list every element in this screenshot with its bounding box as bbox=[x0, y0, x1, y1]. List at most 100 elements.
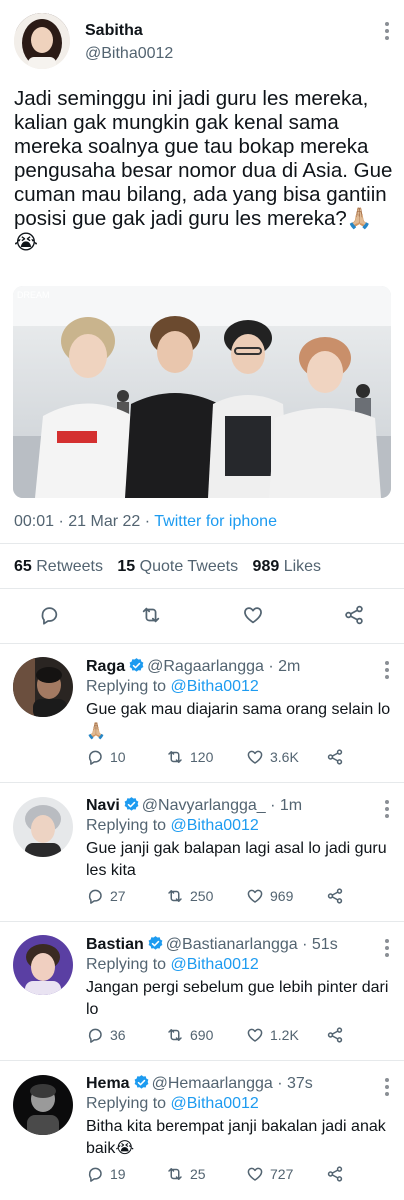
replying-to-line: Replying to @Bitha0012 bbox=[86, 817, 259, 834]
reply-header: Navi @Navyarlangga_ · 1m bbox=[86, 796, 302, 815]
like-button[interactable]: 727 bbox=[246, 1165, 293, 1183]
reply-age: 2m bbox=[278, 658, 301, 675]
like-icon bbox=[247, 889, 263, 903]
share-button[interactable] bbox=[326, 887, 344, 905]
share-icon bbox=[327, 888, 343, 904]
more-options-icon[interactable] bbox=[384, 939, 390, 957]
more-options-icon[interactable] bbox=[384, 661, 390, 679]
reply-author-handle[interactable]: @Navyarlangga_ bbox=[142, 797, 266, 814]
retweet-icon[interactable] bbox=[140, 604, 162, 631]
like-count: 1.2K bbox=[270, 1027, 299, 1043]
reply-author-name[interactable]: Hema bbox=[86, 1075, 130, 1092]
verified-badge-icon bbox=[148, 936, 163, 950]
retweet-button[interactable]: 690 bbox=[166, 1026, 213, 1044]
reply-text: Jangan pergi sebelum gue lebih pinter da… bbox=[86, 979, 389, 1018]
tweet-client-link[interactable]: Twitter for iphone bbox=[154, 513, 277, 530]
reply-count: 36 bbox=[110, 1027, 126, 1043]
reply-actions: 10 120 3.6K bbox=[86, 748, 356, 768]
reply-author-handle[interactable]: @Bastianarlangga bbox=[166, 936, 298, 953]
retweet-button[interactable]: 25 bbox=[166, 1165, 206, 1183]
share-button[interactable] bbox=[326, 1026, 344, 1044]
reply-age: 37s bbox=[287, 1075, 313, 1092]
reply-avatar[interactable] bbox=[13, 657, 73, 717]
replying-to-link[interactable]: @Bitha0012 bbox=[171, 817, 259, 834]
reply-count: 27 bbox=[110, 888, 126, 904]
reply-text: Gue gak mau diajarin sama orang selain l… bbox=[86, 701, 391, 740]
tweet-date: 21 Mar 22 bbox=[68, 513, 141, 530]
more-options-icon[interactable] bbox=[384, 1078, 390, 1096]
reply-author-name[interactable]: Navi bbox=[86, 797, 120, 814]
quotes-stat[interactable]: 15 Quote Tweets bbox=[117, 558, 238, 575]
more-options-icon[interactable] bbox=[384, 800, 390, 818]
like-button[interactable]: 3.6K bbox=[246, 748, 299, 766]
more-options-icon[interactable] bbox=[384, 22, 390, 40]
reply-avatar-image bbox=[13, 935, 73, 995]
retweet-icon bbox=[168, 890, 182, 902]
tweet-time: 00:01 bbox=[14, 513, 55, 530]
replying-to-link[interactable]: @Bitha0012 bbox=[171, 678, 259, 695]
tweet-photo-image: DREAM bbox=[13, 286, 391, 498]
reply-avatar[interactable] bbox=[13, 1075, 73, 1135]
share-button[interactable] bbox=[326, 748, 344, 766]
divider bbox=[0, 643, 404, 644]
share-icon bbox=[327, 749, 343, 765]
retweet-count: 25 bbox=[190, 1166, 206, 1182]
author-avatar-image bbox=[14, 13, 70, 69]
likes-stat[interactable]: 989 Likes bbox=[253, 558, 322, 575]
meta-separator: · bbox=[54, 513, 69, 530]
reply-avatar[interactable] bbox=[13, 935, 73, 995]
replying-to-link[interactable]: @Bitha0012 bbox=[171, 1095, 259, 1112]
reply-header: Bastian @Bastianarlangga · 51s bbox=[86, 935, 338, 954]
reply-icon bbox=[88, 1028, 102, 1043]
reply-count: 10 bbox=[110, 749, 126, 765]
like-icon[interactable] bbox=[242, 604, 264, 631]
separator: · bbox=[263, 658, 279, 675]
share-icon[interactable] bbox=[343, 604, 365, 631]
retweet-button[interactable]: 120 bbox=[166, 748, 213, 766]
like-count: 969 bbox=[270, 888, 294, 904]
replying-to-line: Replying to @Bitha0012 bbox=[86, 956, 259, 973]
replying-to-link[interactable]: @Bitha0012 bbox=[171, 956, 259, 973]
reply-age: 1m bbox=[279, 797, 303, 814]
tweet-stats: 65 Retweets 15 Quote Tweets 989 Likes bbox=[14, 558, 321, 576]
divider bbox=[0, 1060, 404, 1061]
separator: · bbox=[272, 1075, 287, 1092]
author-handle[interactable]: @Bitha0012 bbox=[85, 45, 173, 63]
author-avatar[interactable] bbox=[14, 13, 70, 69]
verified-badge-icon bbox=[124, 797, 139, 811]
reply-icon bbox=[88, 750, 102, 765]
verified-badge-icon bbox=[134, 1075, 148, 1089]
divider bbox=[0, 543, 404, 544]
tweet-photo[interactable]: DREAM bbox=[13, 286, 391, 498]
divider bbox=[0, 782, 404, 783]
retweets-stat[interactable]: 65 Retweets bbox=[14, 558, 103, 575]
reply-button[interactable]: 27 bbox=[86, 887, 126, 905]
reply-author-name[interactable]: Raga bbox=[86, 658, 125, 675]
reply-author-handle[interactable]: @Hemaarlangga bbox=[152, 1075, 273, 1092]
reply-author-handle[interactable]: @Ragaarlangga bbox=[147, 658, 264, 675]
reply-actions: 19 25 727 bbox=[86, 1165, 356, 1185]
reply-author-name[interactable]: Bastian bbox=[86, 936, 144, 953]
divider bbox=[0, 921, 404, 922]
reply-button[interactable]: 36 bbox=[86, 1026, 126, 1044]
author-name[interactable]: Sabitha bbox=[85, 22, 143, 40]
like-icon bbox=[247, 1167, 263, 1181]
reply-text: Gue janji gak balapan lagi asal lo jadi … bbox=[86, 840, 387, 879]
separator: · bbox=[265, 797, 280, 814]
reply-header: Hema @Hemaarlangga · 37s bbox=[86, 1074, 313, 1093]
like-button[interactable]: 1.2K bbox=[246, 1026, 299, 1044]
reply-avatar-image bbox=[13, 797, 73, 857]
reply-button[interactable]: 19 bbox=[86, 1165, 126, 1183]
retweet-count: 250 bbox=[190, 888, 214, 904]
share-button[interactable] bbox=[326, 1165, 344, 1183]
share-icon bbox=[327, 1166, 343, 1182]
reply-avatar[interactable] bbox=[13, 797, 73, 857]
retweet-button[interactable]: 250 bbox=[166, 887, 213, 905]
retweet-count: 120 bbox=[190, 749, 214, 765]
reply-text: Bitha kita berempat janji bakalan jadi a… bbox=[86, 1118, 386, 1157]
reply-icon[interactable] bbox=[38, 604, 60, 631]
reply-button[interactable]: 10 bbox=[86, 748, 126, 766]
reply-count: 19 bbox=[110, 1166, 126, 1182]
like-button[interactable]: 969 bbox=[246, 887, 293, 905]
reply-icon bbox=[88, 1167, 102, 1182]
